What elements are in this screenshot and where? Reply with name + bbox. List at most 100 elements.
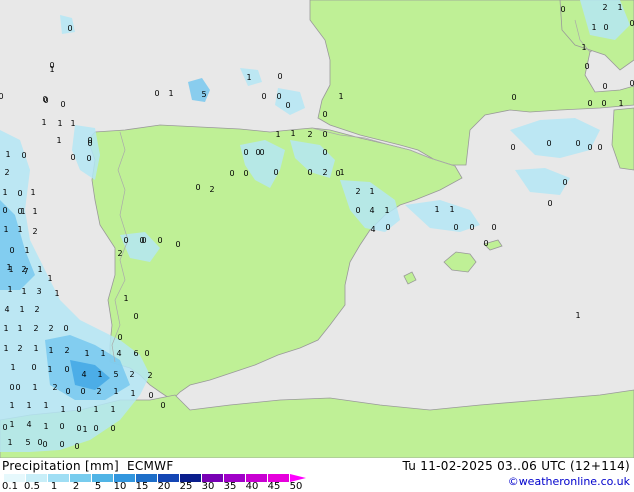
precip-value-label: 1 xyxy=(2,188,7,197)
precip-value-label: 2 xyxy=(52,383,57,392)
precip-value-label: 1 xyxy=(591,23,596,32)
precip-value-label: 1 xyxy=(93,405,98,414)
precip-value-label: 2 xyxy=(4,168,9,177)
precip-value-label: 1 xyxy=(49,65,54,74)
precip-value-label: 0 xyxy=(243,169,248,178)
precip-value-label: 4 xyxy=(26,420,31,429)
precip-value-label: 2 xyxy=(33,324,38,333)
precip-value-label: 1 xyxy=(9,401,14,410)
color-scale-label: 30 xyxy=(201,481,215,492)
precip-value-label: 4 xyxy=(4,305,9,314)
precip-value-label: 0 xyxy=(76,424,81,433)
precip-value-label: 4 xyxy=(369,206,374,215)
precip-value-label: 4 xyxy=(81,370,86,379)
precip-value-label: 0 xyxy=(575,139,580,148)
precip-value-label: 1 xyxy=(43,401,48,410)
precip-value-label: 0 xyxy=(86,154,91,163)
precip-value-label: 0 xyxy=(322,130,327,139)
credit-link[interactable]: ©weatheronline.co.uk xyxy=(508,475,630,488)
precip-value-label: 1 xyxy=(33,344,38,353)
precip-value-label: 1 xyxy=(84,349,89,358)
precip-value-label: 0 xyxy=(2,423,7,432)
precip-value-label: 1 xyxy=(54,289,59,298)
precip-value-label: 1 xyxy=(290,129,295,138)
precip-value-label: 1 xyxy=(113,387,118,396)
precip-value-label: 0 xyxy=(277,72,282,81)
precip-value-label: 0 xyxy=(154,89,159,98)
precip-value-label: 0 xyxy=(2,206,7,215)
precip-value-label: 1 xyxy=(43,422,48,431)
precip-value-label: 0 xyxy=(144,349,149,358)
precip-value-label: 1 xyxy=(5,150,10,159)
precip-value-label: 5 xyxy=(113,370,118,379)
precip-value-label: 0 xyxy=(80,387,85,396)
precip-value-label: 2 xyxy=(209,185,214,194)
precip-value-label: 0 xyxy=(243,148,248,157)
map-canvas: 0 0 0 1 0 0 1 5 0 0 0 0 1 1 1 1 2 0 0 0 … xyxy=(0,0,634,458)
precipitation-map: 0 0 0 1 0 0 1 5 0 0 0 0 1 1 1 1 2 0 0 0 … xyxy=(0,0,634,458)
precip-value-label: 1 xyxy=(617,3,622,12)
footer-legend: Precipitation [mm] ECMWF Tu 11-02-2025 03… xyxy=(0,458,634,492)
color-scale-label: 2 xyxy=(72,481,80,492)
precip-value-label: 0 xyxy=(560,5,565,14)
precip-value-label: 0 xyxy=(255,148,260,157)
precip-value-label: 0 xyxy=(322,148,327,157)
precip-value-label: 1 xyxy=(10,363,15,372)
color-scale-label: 1 xyxy=(50,481,58,492)
precip-value-label: 0 xyxy=(93,424,98,433)
precip-value-label: 0 xyxy=(17,189,22,198)
precip-value-label: 1 xyxy=(47,274,52,283)
precip-value-label: 0 xyxy=(76,405,81,414)
precip-value-label: 1 xyxy=(57,119,62,128)
precip-value-label: 2 xyxy=(34,305,39,314)
precip-value-label: 4 xyxy=(370,225,375,234)
precip-value-label: 1 xyxy=(56,136,61,145)
precip-value-label: 0 xyxy=(59,422,64,431)
precip-value-label: 1 xyxy=(17,225,22,234)
precip-value-label: 1 xyxy=(37,265,42,274)
precip-value-label: 0 xyxy=(285,101,290,110)
precip-value-label: 6 xyxy=(133,349,138,358)
color-scale-label: 0.5 xyxy=(24,481,40,492)
precip-value-label: 0 xyxy=(195,183,200,192)
precip-value-label: 0 xyxy=(511,93,516,102)
precip-value-label: 0 xyxy=(65,387,70,396)
precip-area-atlantic-1 xyxy=(188,78,210,102)
precip-value-label: 0 xyxy=(629,79,634,88)
precip-value-label: 0 xyxy=(584,62,589,71)
land-mallorca xyxy=(443,251,477,273)
precip-value-label: 5 xyxy=(25,438,30,447)
precip-value-label: 0 xyxy=(21,151,26,160)
precip-value-label: 0 xyxy=(335,169,340,178)
precip-value-label: 1 xyxy=(384,206,389,215)
precip-value-label: 0 xyxy=(37,438,42,447)
precip-area-gulf-lion xyxy=(510,118,600,158)
precip-value-label: 0 xyxy=(469,223,474,232)
precip-value-label: 0 xyxy=(70,153,75,162)
precip-value-label: 1 xyxy=(3,324,8,333)
precip-value-label: 2 xyxy=(355,187,360,196)
precip-value-label: 1 xyxy=(48,346,53,355)
precip-value-label: 1 xyxy=(246,73,251,82)
precip-value-label: 1 xyxy=(110,405,115,414)
precip-value-label: 0 xyxy=(547,199,552,208)
precip-value-label: 7 xyxy=(23,267,28,276)
precip-value-label: 0 xyxy=(60,100,65,109)
precip-value-label: 1 xyxy=(3,344,8,353)
precip-value-label: 0 xyxy=(322,110,327,119)
precip-value-label: 0 xyxy=(587,143,592,152)
map-title: Precipitation [mm] ECMWF xyxy=(2,459,174,473)
precip-value-label: 1 xyxy=(7,285,12,294)
precip-area-galicia xyxy=(72,125,100,180)
valid-time: Tu 11-02-2025 03..06 UTC (12+114) xyxy=(402,459,630,473)
precip-value-label: 2 xyxy=(64,346,69,355)
precip-value-label: 1 xyxy=(575,311,580,320)
precip-value-label: 0 xyxy=(42,95,47,104)
precip-value-label: 0 xyxy=(603,23,608,32)
precip-value-label: 1 xyxy=(19,305,24,314)
precip-value-label: 2 xyxy=(96,387,101,396)
color-scale-label: 20 xyxy=(157,481,171,492)
precip-value-label: 1 xyxy=(21,287,26,296)
precip-value-label: 1 xyxy=(30,188,35,197)
precip-value-label: 1 xyxy=(47,365,52,374)
